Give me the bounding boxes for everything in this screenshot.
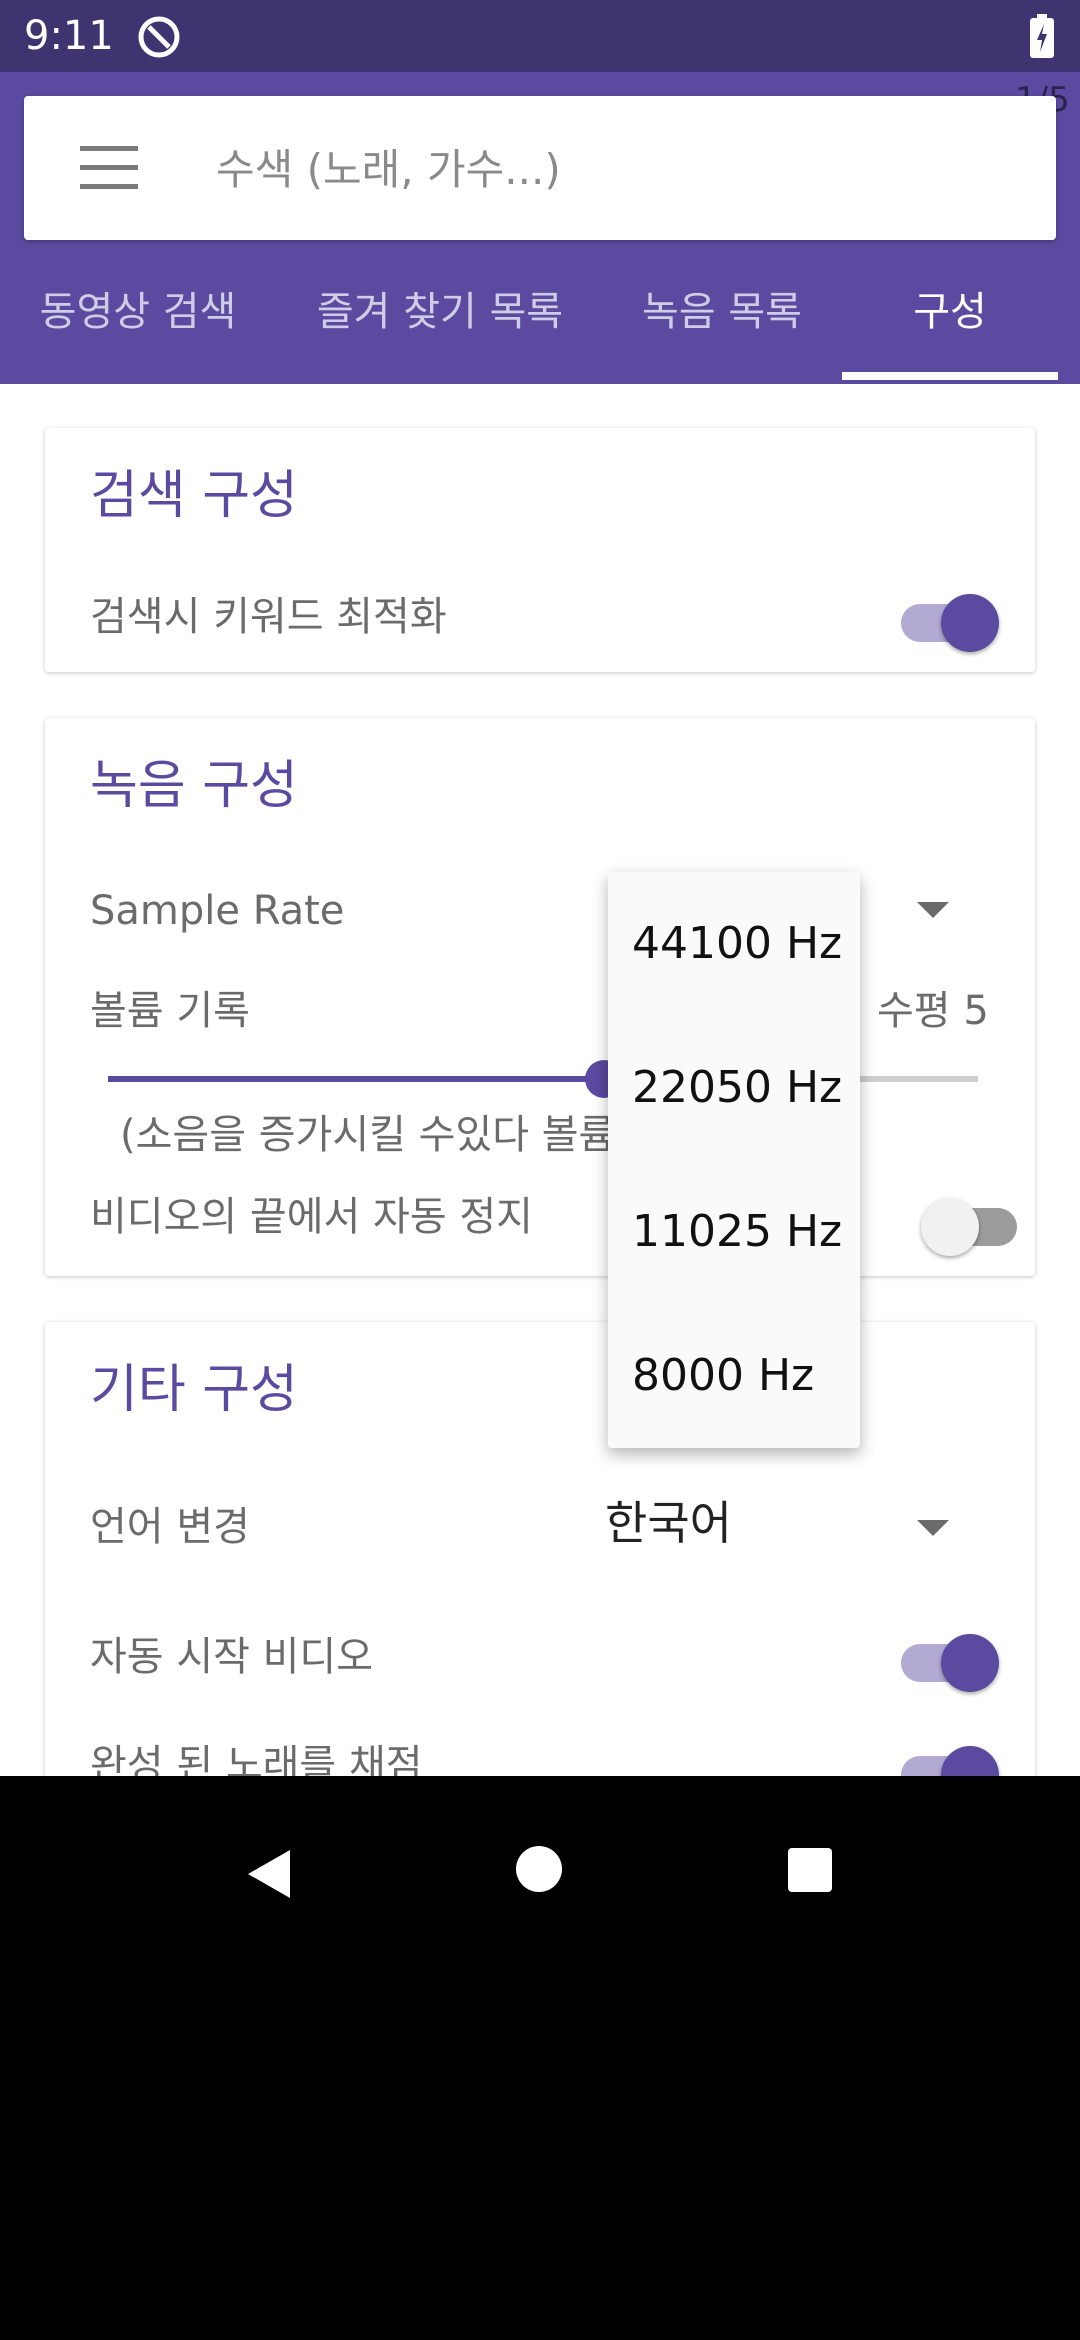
recording-settings-title: 녹음 구성 xyxy=(90,756,298,816)
auto-stop-switch[interactable] xyxy=(921,1188,1029,1256)
tab-favorites[interactable]: 즐겨 찾기 목록 xyxy=(292,240,588,384)
sample-rate-option[interactable]: 8000 Hz xyxy=(632,1348,814,1404)
back-icon[interactable] xyxy=(244,1848,292,1900)
other-settings-card: 기타 구성 언어 변경 한국어 자동 시작 비디오 완성 된 노래를 채점 xyxy=(45,1322,1035,1842)
tab-indicator xyxy=(842,372,1058,380)
keyword-optimization-switch[interactable] xyxy=(893,584,999,652)
sample-rate-option[interactable]: 44100 Hz xyxy=(632,916,842,972)
battery-charging-icon xyxy=(1030,14,1054,58)
sample-rate-dropdown-icon[interactable] xyxy=(917,902,949,918)
volume-label: 볼륨 기록 xyxy=(90,988,250,1034)
sample-rate-label: Sample Rate xyxy=(90,888,345,934)
notification-app-icon xyxy=(138,16,180,58)
volume-note: (소음을 증가시킬 수있다 볼륨 xyxy=(120,1112,616,1158)
search-settings-card: 검색 구성 검색시 키워드 최적화 xyxy=(45,428,1035,672)
navigation-bar xyxy=(0,1776,1080,2340)
search-settings-title: 검색 구성 xyxy=(90,466,298,526)
sample-rate-option[interactable]: 11025 Hz xyxy=(632,1204,842,1260)
sample-rate-dropdown-menu: 44100 Hz 22050 Hz 11025 Hz 8000 Hz xyxy=(608,872,860,1448)
status-bar: 9:11 xyxy=(0,0,1080,72)
keyword-optimization-label: 검색시 키워드 최적화 xyxy=(90,594,447,640)
tab-bar: 동영상 검색 즐겨 찾기 목록 녹음 목록 구성 xyxy=(0,240,1080,384)
volume-slider-fill xyxy=(108,1076,604,1082)
language-value[interactable]: 한국어 xyxy=(605,1498,732,1548)
search-input[interactable] xyxy=(214,128,1018,210)
language-dropdown-icon[interactable] xyxy=(917,1520,949,1536)
other-settings-title: 기타 구성 xyxy=(90,1360,298,1420)
search-bar xyxy=(24,96,1056,240)
language-label: 언어 변경 xyxy=(90,1504,250,1550)
tab-settings[interactable]: 구성 xyxy=(842,240,1058,384)
volume-level-text: 수평 5 xyxy=(877,988,989,1034)
menu-icon[interactable] xyxy=(80,146,138,190)
home-icon[interactable] xyxy=(516,1846,562,1892)
sample-rate-option[interactable]: 22050 Hz xyxy=(632,1060,842,1116)
recents-icon[interactable] xyxy=(788,1848,832,1892)
tab-video-search[interactable]: 동영상 검색 xyxy=(0,240,276,384)
auto-stop-label: 비디오의 끝에서 자동 정지 xyxy=(90,1194,533,1240)
tab-recordings[interactable]: 녹음 목록 xyxy=(620,240,824,384)
recording-settings-card: 녹음 구성 Sample Rate 볼륨 기록 수평 5 (소음을 증가시킬 수… xyxy=(45,718,1035,1276)
status-time: 9:11 xyxy=(24,13,114,59)
autostart-label: 자동 시작 비디오 xyxy=(90,1634,374,1680)
autostart-switch[interactable] xyxy=(893,1624,999,1692)
